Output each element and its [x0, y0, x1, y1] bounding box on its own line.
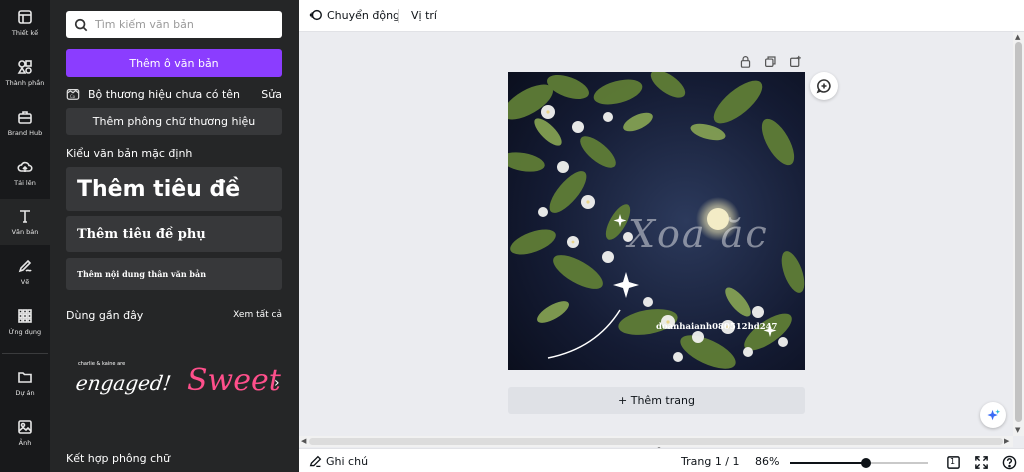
scroll-left-arrow-icon[interactable]: ◀	[301, 437, 306, 445]
search-input[interactable]	[95, 18, 275, 31]
rail-item-photos[interactable]: Ảnh	[0, 410, 50, 456]
thumbnail-main-text: engaged!	[74, 371, 173, 395]
rail-item-label: Vẽ	[20, 278, 30, 286]
thumbnail-small-text: charlie & kaine are	[78, 361, 126, 367]
vertical-scroll-thumb[interactable]	[1015, 42, 1022, 422]
rail-item-draw[interactable]: Vẽ	[0, 249, 50, 295]
help-button[interactable]	[1001, 454, 1017, 470]
add-comment-button[interactable]	[810, 72, 838, 100]
vertical-scrollbar[interactable]: ▲ ▼	[1013, 32, 1024, 436]
add-page-icon-button[interactable]	[789, 53, 803, 67]
scroll-up-arrow-icon[interactable]: ▲	[1015, 33, 1020, 41]
elements-icon	[17, 60, 32, 74]
search-box[interactable]	[66, 11, 282, 38]
rail-item-text[interactable]: Văn bản	[0, 199, 50, 245]
layout-icon	[18, 10, 32, 24]
text-panel: Thêm ô văn bản Co Bộ thương hiệu chưa có…	[50, 0, 299, 472]
scroll-down-arrow-icon[interactable]: ▼	[1015, 426, 1020, 434]
add-textbox-button[interactable]: Thêm ô văn bản	[66, 49, 282, 77]
zoom-slider[interactable]	[790, 458, 928, 468]
zoom-slider-fill	[790, 462, 866, 464]
help-icon	[1002, 455, 1016, 469]
rail-item-label: Ứng dụng	[8, 328, 42, 336]
rail-item-label: Thiết kế	[11, 29, 39, 37]
notes-label: Ghi chú	[326, 455, 369, 468]
lock-page-button[interactable]	[739, 53, 753, 68]
canva-assistant-button[interactable]	[980, 402, 1006, 428]
add-subheading-button[interactable]: Thêm tiêu đề phụ	[66, 216, 282, 252]
rail-item-elements[interactable]: Thành phần	[0, 50, 50, 96]
rail-item-uploads[interactable]: Tải lên	[0, 150, 50, 196]
duplicate-page-button[interactable]	[764, 53, 778, 67]
draw-icon	[18, 259, 32, 273]
rail-item-apps[interactable]: Ứng dụng	[0, 299, 50, 345]
svg-text:Co: Co	[70, 94, 76, 99]
duplicate-icon	[765, 56, 776, 67]
motion-button[interactable]: Chuyển động	[309, 8, 400, 22]
design-script-text[interactable]: Xoa ăc	[628, 212, 769, 256]
lock-icon	[740, 56, 751, 68]
sparkle-icon	[986, 408, 1000, 420]
notes-icon	[309, 455, 322, 468]
scroll-right-arrow-icon[interactable]: ▶	[1004, 437, 1009, 445]
recent-font-thumbnail[interactable]: charlie & kaine are engaged!	[72, 345, 172, 417]
add-body-text-button[interactable]: Thêm nội dung thân văn bản	[66, 258, 282, 290]
rail-item-label: Ảnh	[18, 439, 32, 447]
design-handle-text[interactable]: doanhaianh080512hd247	[656, 322, 777, 332]
fullscreen-icon	[974, 455, 988, 469]
rail-item-design[interactable]: Thiết kế	[0, 0, 50, 46]
see-all-link[interactable]: Xem tất cả	[233, 310, 282, 320]
font-combos-heading: Kết hợp phông chữ	[66, 452, 171, 465]
add-brand-font-button[interactable]: Thêm phông chữ thương hiệu	[66, 108, 282, 135]
animate-icon	[309, 9, 322, 21]
apps-icon	[18, 309, 32, 323]
position-button[interactable]: Vị trí	[411, 9, 437, 22]
rail-item-label: Thành phần	[5, 79, 45, 87]
thumbnail-main-text: Sweet	[187, 363, 281, 398]
add-page-icon	[790, 55, 801, 67]
brand-kit-edit-link[interactable]: Sửa	[261, 88, 282, 101]
briefcase-icon	[18, 111, 32, 124]
zoom-slider-knob[interactable]	[860, 458, 871, 468]
editor-toolbar: Chuyển động Vị trí	[299, 0, 1024, 32]
rail-item-projects[interactable]: Dự án	[0, 360, 50, 406]
add-page-button[interactable]: + Thêm trang	[508, 387, 805, 414]
brand-kit-name: Bộ thương hiệu chưa có tên	[88, 87, 241, 101]
recent-heading: Dùng gần đây	[66, 309, 144, 322]
motion-label: Chuyển động	[327, 8, 401, 22]
search-icon	[74, 18, 88, 31]
left-nav-rail: Thiết kế Thành phần Brand Hub Tải lên Vă…	[0, 0, 50, 472]
rail-item-label: Tải lên	[14, 179, 36, 187]
rail-item-label: Dự án	[15, 389, 35, 397]
grid-view-button[interactable]: 1	[945, 454, 961, 470]
brand-kit-row: Co Bộ thương hiệu chưa có tên Sửa	[66, 85, 282, 103]
text-icon	[20, 210, 30, 223]
default-styles-heading: Kiểu văn bản mặc định	[66, 147, 193, 160]
chevron-right-icon[interactable]: ›	[274, 375, 280, 391]
grid-view-count: 1	[950, 457, 956, 466]
toolbar-divider	[398, 9, 399, 23]
fullscreen-button[interactable]	[973, 454, 989, 470]
rail-item-label: Văn bản	[11, 228, 39, 236]
design-page[interactable]: Xoa ăc doanhaianh080512hd247	[508, 72, 805, 370]
image-icon	[18, 420, 32, 434]
add-heading-button[interactable]: Thêm tiêu đề	[66, 167, 282, 211]
rail-divider	[2, 353, 48, 354]
cloud-upload-icon	[17, 161, 33, 172]
zoom-percentage[interactable]: 86%	[755, 455, 779, 468]
editor-footer: Ghi chú Trang 1 / 1 86% 1	[299, 448, 1024, 472]
rail-item-brand-hub[interactable]: Brand Hub	[0, 100, 50, 146]
notes-button[interactable]: Ghi chú	[309, 455, 368, 468]
page-indicator[interactable]: Trang 1 / 1	[681, 455, 740, 468]
recent-font-thumbnail[interactable]: Sweet	[183, 345, 281, 417]
brand-kit-icon: Co	[66, 89, 80, 100]
rail-item-label: Brand Hub	[7, 129, 43, 137]
comment-add-icon	[816, 79, 831, 94]
folder-icon	[18, 372, 32, 383]
